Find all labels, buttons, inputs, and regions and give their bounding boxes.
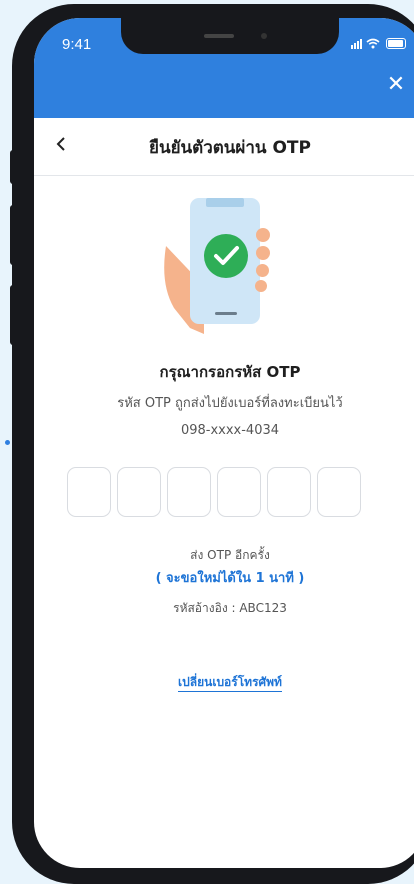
- otp-digit-4[interactable]: [217, 467, 261, 517]
- signal-icon: [351, 39, 362, 49]
- notch: [121, 18, 339, 54]
- resend-countdown: ( จะขอใหม่ได้ใน 1 นาที ): [155, 571, 305, 586]
- otp-digit-2[interactable]: [117, 467, 161, 517]
- battery-icon: [386, 38, 406, 49]
- page-title: ยืนยันตัวตนผ่าน OTP: [149, 138, 311, 158]
- wifi-icon: [366, 38, 380, 49]
- decorative-dot: [5, 440, 10, 445]
- side-button: [10, 285, 16, 345]
- resend-otp-label: ส่ง OTP อีกครั้ง: [190, 548, 270, 562]
- top-bar: 9:41 ✕: [34, 18, 414, 118]
- phone-screen: 9:41 ✕ ยืนยันตัวตนผ่าน OTP กรุณากรอกรหัส…: [34, 18, 414, 868]
- side-button: [10, 205, 16, 265]
- camera: [261, 33, 267, 39]
- speaker: [204, 34, 234, 38]
- change-number-label[interactable]: เปลี่ยนเบอร์โทรศัพท์: [178, 675, 282, 692]
- otp-digit-5[interactable]: [267, 467, 311, 517]
- close-icon[interactable]: ✕: [384, 73, 408, 97]
- otp-prompt: กรุณากรอกรหัส OTP: [159, 363, 301, 381]
- side-button: [10, 150, 16, 184]
- page-header: ยืนยันตัวตนผ่าน OTP: [34, 118, 414, 176]
- status-time: 9:41: [62, 36, 92, 53]
- masked-phone-number: 098-xxxx-4034: [180, 423, 280, 438]
- otp-digit-3[interactable]: [167, 467, 211, 517]
- otp-digit-1[interactable]: [67, 467, 111, 517]
- otp-description: รหัส OTP ถูกส่งไปยังเบอร์ที่ลงทะเบียนไว้: [117, 396, 343, 411]
- change-number-link[interactable]: เปลี่ยนเบอร์โทรศัพท์: [34, 673, 414, 692]
- phone-verified-illustration: [164, 198, 270, 334]
- otp-digit-6[interactable]: [317, 467, 361, 517]
- reference-code: รหัสอ้างอิง : ABC123: [173, 601, 287, 615]
- status-icons: [351, 38, 406, 49]
- otp-input-group: [67, 467, 361, 517]
